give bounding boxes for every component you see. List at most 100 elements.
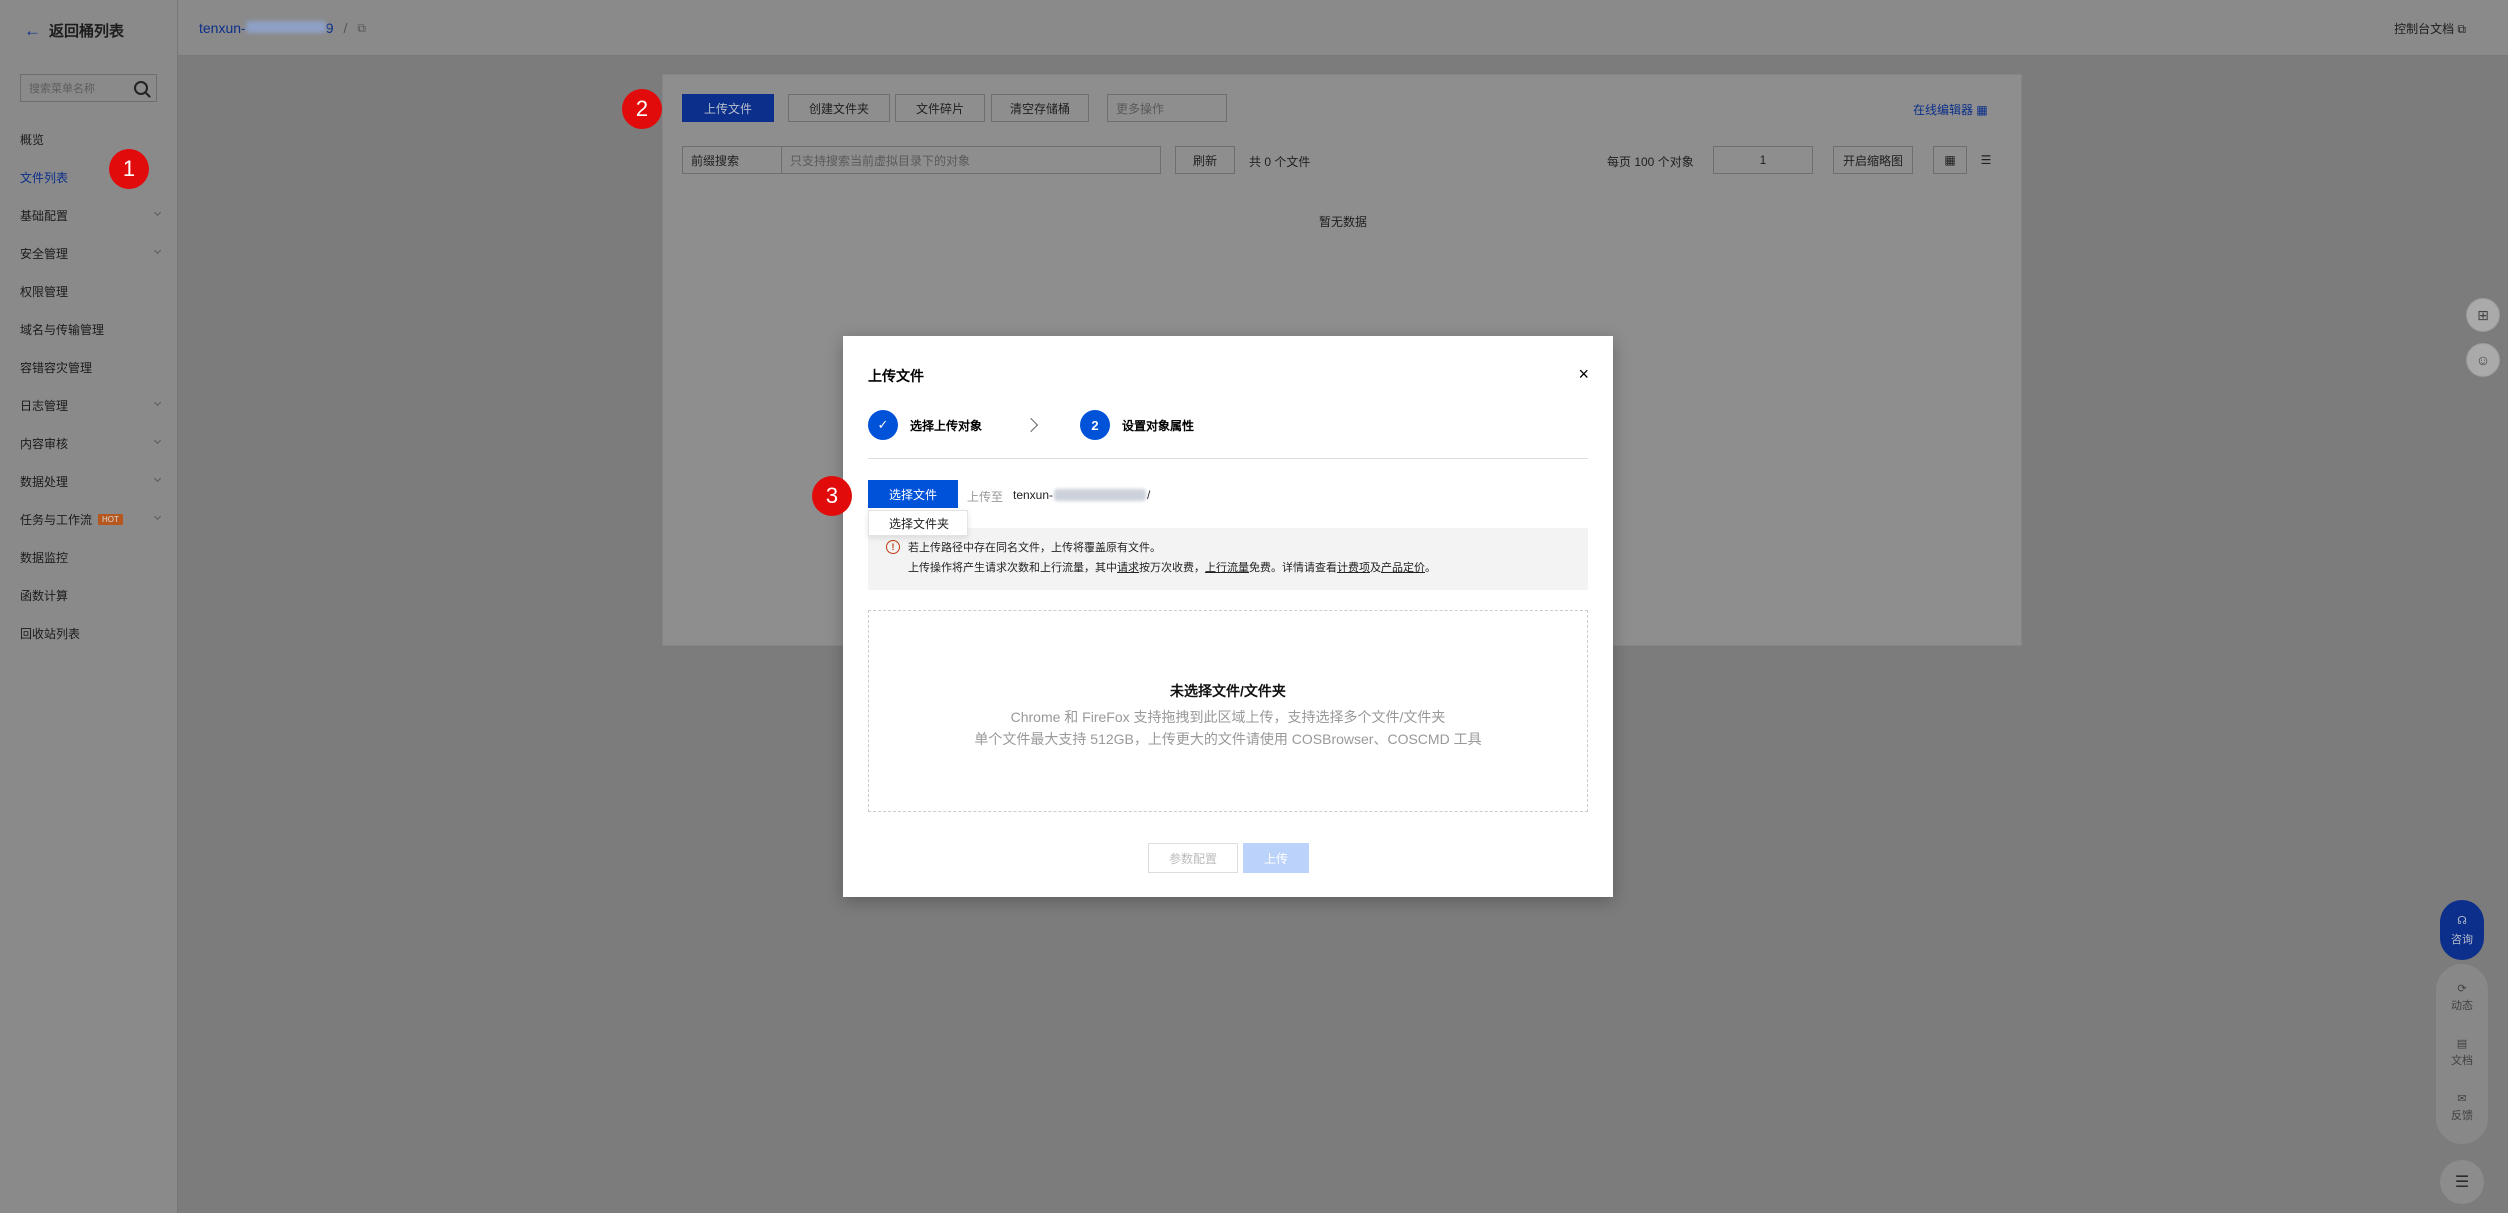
- file-fragments-button[interactable]: 文件碎片: [895, 94, 985, 122]
- pagination: 1: [1713, 146, 1813, 174]
- headset-icon: ☊: [2457, 914, 2467, 927]
- sidebar-item-basic-config[interactable]: 基础配置: [0, 196, 178, 234]
- upload-dialog: 上传文件 × ✓ 选择上传对象 2 设置对象属性 选择文件 选择文件夹 上传至 …: [843, 336, 1613, 897]
- more-actions-select[interactable]: 更多操作: [1107, 94, 1227, 122]
- prefix-search-select[interactable]: 前缀搜索: [682, 146, 782, 174]
- bucket-name-prefix: tenxun-: [199, 20, 246, 36]
- request-link[interactable]: 请求: [1117, 562, 1139, 574]
- sidebar-item-disaster-recovery[interactable]: 容错容灾管理: [0, 348, 178, 386]
- upload-path-suffix: /: [1147, 488, 1151, 502]
- upstream-traffic-link[interactable]: 上行流量: [1205, 562, 1249, 574]
- book-icon: ▤: [2456, 1038, 2468, 1050]
- sidebar-item-data-processing[interactable]: 数据处理: [0, 462, 178, 500]
- copy-icon[interactable]: ⧉: [357, 21, 366, 36]
- sidebar: ← 返回桶列表 搜索菜单名称 概览 文件列表 基础配置 安全管理 权限管理 域名…: [0, 0, 178, 1213]
- object-search-input[interactable]: 只支持搜索当前虚拟目录下的对象: [781, 146, 1161, 174]
- sidebar-item-label: 域名与传输管理: [20, 322, 105, 337]
- consult-button[interactable]: ☊ 咨询: [2440, 900, 2484, 960]
- notice-line2: 上传操作将产生请求次数和上行流量，其中请求按万次收费，上行流量免费。详情请查看计…: [908, 558, 1588, 578]
- sidebar-item-label: 权限管理: [20, 284, 69, 299]
- prefix-search-label: 前缀搜索: [691, 153, 740, 168]
- sidebar-menu: 概览 文件列表 基础配置 安全管理 权限管理 域名与传输管理 容错容灾管理 日志…: [0, 120, 178, 652]
- choose-folder-option[interactable]: 选择文件夹: [868, 510, 968, 536]
- sidebar-item-label: 数据处理: [20, 474, 69, 489]
- online-editor-link[interactable]: 在线编辑器 ▦: [1913, 101, 1988, 118]
- sidebar-item-label: 容错容灾管理: [20, 360, 93, 375]
- feedback-button[interactable]: ✉ 反馈: [2440, 1092, 2484, 1123]
- sidebar-item-label: 概览: [20, 132, 45, 147]
- pricing-link[interactable]: 产品定价: [1381, 562, 1425, 574]
- refresh-icon: ⟳: [2457, 983, 2467, 995]
- sidebar-item-label: 日志管理: [20, 398, 69, 413]
- chevron-down-icon: [153, 398, 162, 407]
- feedback-label: 反馈: [2451, 1110, 2473, 1122]
- redacted-text: [1054, 489, 1147, 501]
- page-number[interactable]: 1: [1760, 153, 1767, 167]
- sidebar-item-file-list[interactable]: 文件列表: [0, 158, 178, 196]
- sidebar-item-permissions[interactable]: 权限管理: [0, 272, 178, 310]
- grid-view-icon[interactable]: ▦: [1933, 146, 1967, 174]
- dropzone-hint: Chrome 和 FireFox 支持拖拽到此区域上传，支持选择多个文件/文件夹: [1010, 709, 1446, 725]
- sidebar-item-security[interactable]: 安全管理: [0, 234, 178, 272]
- console-doc-link[interactable]: 控制台文档 ⧉: [2394, 20, 2466, 37]
- menu-list-icon[interactable]: ☰: [2440, 1160, 2484, 1204]
- list-view-icon[interactable]: ☰: [1969, 146, 2003, 174]
- per-page-select[interactable]: 每页 100 个对象: [1607, 153, 1694, 170]
- drop-zone[interactable]: 未选择文件/文件夹 Chrome 和 FireFox 支持拖拽到此区域上传，支持…: [868, 610, 1588, 812]
- redacted-text: [245, 21, 326, 33]
- dropzone-title: 未选择文件/文件夹: [1170, 683, 1286, 699]
- sidebar-item-content-review[interactable]: 内容审核: [0, 424, 178, 462]
- sidebar-item-function-compute[interactable]: 函数计算: [0, 576, 178, 614]
- notice-text: 及: [1370, 562, 1381, 574]
- app-grid-icon[interactable]: ⊞: [2466, 298, 2500, 332]
- docs-button[interactable]: ▤ 文档: [2440, 1037, 2484, 1068]
- param-config-button[interactable]: 参数配置: [1148, 843, 1238, 873]
- dialog-title: 上传文件: [868, 368, 924, 384]
- refresh-button[interactable]: 刷新: [1175, 146, 1235, 174]
- sidebar-item-recycle-bin[interactable]: 回收站列表: [0, 614, 178, 652]
- upload-file-button[interactable]: 上传文件: [682, 94, 774, 122]
- dropzone-hint: 单个文件最大支持 512GB，上传更大的文件请使用 COSBrowser、COS…: [974, 731, 1482, 747]
- file-count: 共 0 个文件: [1249, 155, 1311, 169]
- billing-items-link[interactable]: 计费项: [1337, 562, 1370, 574]
- notice-text: 免费。详情请查看: [1249, 562, 1337, 574]
- docs-label: 文档: [2451, 1055, 2473, 1067]
- chevron-down-icon: [153, 436, 162, 445]
- sidebar-item-label: 基础配置: [20, 208, 69, 223]
- sidebar-item-data-monitor[interactable]: 数据监控: [0, 538, 178, 576]
- step-done-icon: ✓: [868, 410, 898, 440]
- warning-icon: !: [886, 540, 900, 554]
- message-icon: ✉: [2457, 1093, 2467, 1105]
- sidebar-item-label: 数据监控: [20, 550, 69, 565]
- sidebar-item-label: 回收站列表: [20, 626, 81, 641]
- bucket-name[interactable]: tenxun- 9: [199, 20, 334, 36]
- callout-badge: 2: [622, 89, 662, 129]
- back-to-bucket-list[interactable]: ← 返回桶列表: [24, 20, 124, 41]
- assistant-avatar-icon[interactable]: ☺: [2466, 343, 2500, 377]
- sidebar-item-logs[interactable]: 日志管理: [0, 386, 178, 424]
- choose-file-button[interactable]: 选择文件: [868, 480, 958, 508]
- upload-steps: ✓ 选择上传对象 2 设置对象属性: [868, 410, 1194, 440]
- sidebar-item-label: 函数计算: [20, 588, 69, 603]
- sidebar-item-domain-transfer[interactable]: 域名与传输管理: [0, 310, 178, 348]
- callout-badge: 3: [812, 476, 852, 516]
- upload-to-label: 上传至: [967, 490, 1004, 504]
- chevron-down-icon: [153, 208, 162, 217]
- chevron-down-icon: [153, 246, 162, 255]
- sidebar-item-label: 安全管理: [20, 246, 69, 261]
- create-folder-button[interactable]: 创建文件夹: [788, 94, 890, 122]
- arrow-left-icon: ←: [24, 20, 41, 40]
- divider: [868, 458, 1588, 459]
- consult-label: 咨询: [2451, 933, 2473, 946]
- search-icon[interactable]: [134, 81, 148, 95]
- upload-button[interactable]: 上传: [1243, 843, 1309, 873]
- sidebar-item-tasks-workflow[interactable]: 任务与工作流 HOT: [0, 500, 178, 538]
- clear-bucket-button[interactable]: 清空存储桶: [991, 94, 1089, 122]
- thumbnail-toggle[interactable]: 开启缩略图: [1833, 146, 1913, 174]
- sidebar-item-overview[interactable]: 概览: [0, 120, 178, 158]
- sidebar-item-label: 文件列表: [20, 170, 69, 185]
- close-icon[interactable]: ×: [1578, 364, 1589, 385]
- menu-search-input[interactable]: 搜索菜单名称: [20, 74, 157, 102]
- upload-notice: ! 若上传路径中存在同名文件，上传将覆盖原有文件。 上传操作将产生请求次数和上行…: [868, 528, 1588, 590]
- news-button[interactable]: ⟳ 动态: [2440, 982, 2484, 1013]
